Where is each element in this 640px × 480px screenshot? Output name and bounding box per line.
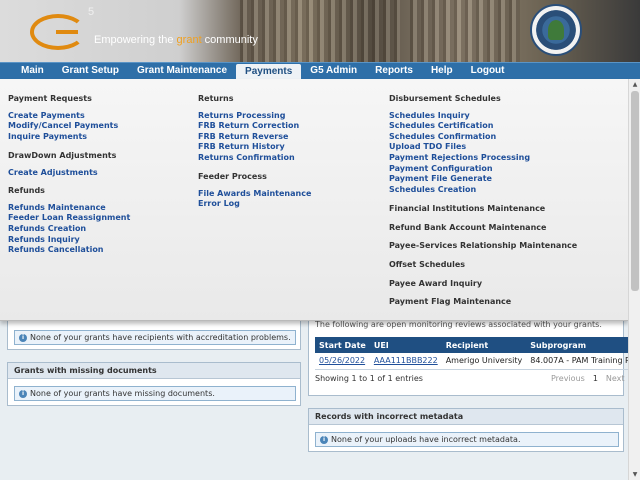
menu-refunds-inquiry[interactable]: Refunds Inquiry [8,235,80,244]
menu-returns-confirmation[interactable]: Returns Confirmation [198,153,295,162]
tagline-accent: grant [176,34,202,46]
menu-create-payments[interactable]: Create Payments [8,111,85,120]
cell-start-date: 05/26/2022 [315,353,370,370]
column-recipient[interactable]: Recipient [441,337,527,353]
column-uei[interactable]: UEI [369,337,442,353]
table-row: 05/26/2022 AAA111BBB222 Amerigo Universi… [315,353,640,370]
metadata-panel: Records with incorrect metadata i None of… [308,408,624,452]
page-scrollbar[interactable]: ▲ ▼ [628,79,640,480]
menu-schedules-confirmation[interactable]: Schedules Confirmation [389,132,496,141]
disbursement-schedules-title: Disbursement Schedules [389,94,501,103]
scroll-up-arrow-icon[interactable]: ▲ [629,79,640,90]
main-nav: Main Grant Setup Grant Maintenance Payme… [0,62,640,80]
cell-subprogram: 84.007A - PAM Training Program [526,353,640,370]
menu-payment-configuration[interactable]: Payment Configuration [389,164,493,173]
header-background [240,0,400,62]
menu-refunds-creation[interactable]: Refunds Creation [8,224,86,233]
nav-main[interactable]: Main [12,63,53,79]
accreditation-info: i None of your grants have recipients wit… [14,330,296,345]
returns-title: Returns [198,94,234,103]
menu-upload-tdo-files[interactable]: Upload TDO Files [389,142,466,151]
nav-payments[interactable]: Payments [236,64,302,80]
menu-financial-institutions-maintenance[interactable]: Financial Institutions Maintenance [389,204,545,213]
info-icon: i [320,436,328,444]
menu-error-log[interactable]: Error Log [198,199,240,208]
tagline-start: Empowering the [94,34,177,46]
department-seal [530,4,582,56]
missing-documents-info-text: None of your grants have missing documen… [30,389,215,398]
menu-frb-return-correction[interactable]: FRB Return Correction [198,121,299,130]
menu-payee-services-relationship-maintenance[interactable]: Payee-Services Relationship Maintenance [389,241,577,250]
nav-logout[interactable]: Logout [462,63,514,79]
info-icon: i [19,390,27,398]
menu-modify-cancel-payments[interactable]: Modify/Cancel Payments [8,121,118,130]
page-1-button[interactable]: 1 [593,374,598,383]
menu-payment-flag-maintenance[interactable]: Payment Flag Maintenance [389,297,511,306]
uei-link[interactable]: AAA111BBB222 [374,356,438,365]
menu-schedules-creation[interactable]: Schedules Creation [389,185,476,194]
menu-refunds-maintenance[interactable]: Refunds Maintenance [8,203,106,212]
missing-documents-panel: Grants with missing documents i None of y… [7,362,301,406]
nav-g5-admin[interactable]: G5 Admin [301,63,366,79]
nav-grant-maintenance[interactable]: Grant Maintenance [128,63,236,79]
payment-requests-title: Payment Requests [8,94,92,103]
scroll-down-arrow-icon[interactable]: ▼ [629,469,640,480]
column-start-date[interactable]: Start Date [315,337,370,353]
menu-schedules-inquiry[interactable]: Schedules Inquiry [389,111,470,120]
metadata-info: i None of your uploads have incorrect met… [315,432,619,447]
nav-help[interactable]: Help [422,63,462,79]
payments-menu: Payment Requests Create Payments Modify/… [0,79,628,321]
menu-feeder-loan-reassignment[interactable]: Feeder Loan Reassignment [8,213,130,222]
menu-payment-file-generate[interactable]: Payment File Generate [389,174,492,183]
nav-reports[interactable]: Reports [366,63,422,79]
monitoring-intro: The following are open monitoring review… [315,320,602,329]
entries-count: Showing 1 to 1 of 1 entries [315,374,423,383]
tagline: Empowering the grant community [94,34,258,46]
menu-frb-return-reverse[interactable]: FRB Return Reverse [198,132,288,141]
feeder-process-title: Feeder Process [198,172,267,181]
menu-refund-bank-account-maintenance[interactable]: Refund Bank Account Maintenance [389,223,546,232]
next-button[interactable]: Next [606,374,625,383]
menu-returns-processing[interactable]: Returns Processing [198,111,285,120]
header-background-right [410,0,520,62]
refunds-title: Refunds [8,186,45,195]
start-date-link[interactable]: 05/26/2022 [319,356,365,365]
menu-offset-schedules[interactable]: Offset Schedules [389,260,465,269]
cell-uei: AAA111BBB222 [369,353,442,370]
menu-frb-return-history[interactable]: FRB Return History [198,142,285,151]
g5-logo [30,14,86,50]
metadata-title: Records with incorrect metadata [309,409,623,425]
info-icon: i [19,334,27,342]
menu-create-adjustments[interactable]: Create Adjustments [8,168,98,177]
menu-inquire-payments[interactable]: Inquire Payments [8,132,87,141]
menu-payee-award-inquiry[interactable]: Payee Award Inquiry [389,279,482,288]
monitoring-table: Start Date UEI Recipient Subprogram 05/2… [315,337,640,370]
tagline-end: community [201,34,258,46]
accreditation-info-text: None of your grants have recipients with… [30,333,291,342]
previous-button[interactable]: Previous [551,374,585,383]
column-subprogram[interactable]: Subprogram [526,337,640,353]
scrollbar-thumb[interactable] [631,91,639,291]
menu-file-awards-maintenance[interactable]: File Awards Maintenance [198,189,311,198]
missing-documents-title: Grants with missing documents [8,363,300,379]
pagination: Previous 1 Next [551,374,625,383]
site-header: 5 Empowering the grant community [0,0,640,62]
metadata-info-text: None of your uploads have incorrect meta… [331,435,521,444]
menu-schedules-certification[interactable]: Schedules Certification [389,121,493,130]
menu-refunds-cancellation[interactable]: Refunds Cancellation [8,245,104,254]
nav-grant-setup[interactable]: Grant Setup [53,63,128,79]
drawdown-title: DrawDown Adjustments [8,151,117,160]
cell-recipient: Amerigo University [441,353,527,370]
logo-superscript: 5 [88,6,95,18]
missing-documents-info: i None of your grants have missing docume… [14,386,296,401]
menu-payment-rejections-processing[interactable]: Payment Rejections Processing [389,153,530,162]
